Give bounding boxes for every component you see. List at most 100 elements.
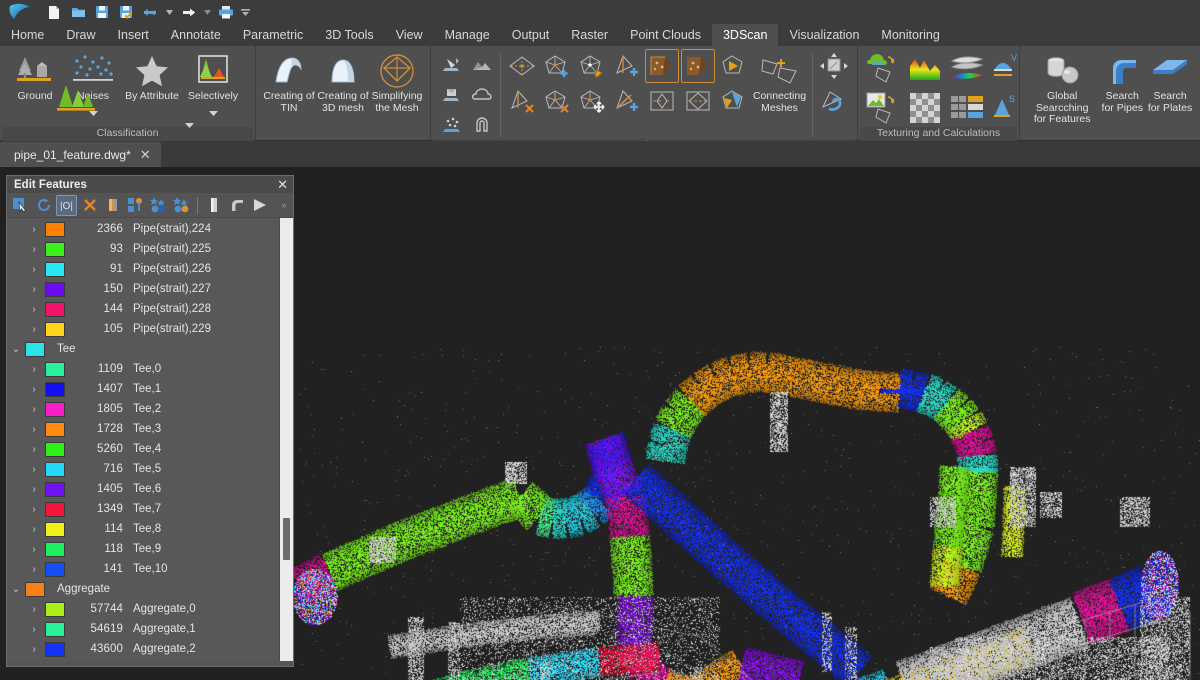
- mesh-delete-edge-icon[interactable]: [505, 84, 539, 118]
- mesh-triangulate-icon[interactable]: [681, 84, 715, 118]
- chevron-right-icon[interactable]: ›: [23, 464, 45, 475]
- pipe-elbow-icon[interactable]: [226, 195, 247, 216]
- split-features-icon[interactable]: [171, 195, 192, 216]
- color-swatch[interactable]: [45, 542, 65, 557]
- ribbon-button-search-for-plates[interactable]: Search for Plates: [1146, 49, 1194, 114]
- undo-dropdown-chevron-down-icon[interactable]: [163, 1, 175, 23]
- tree-item-row[interactable]: ›1728Tee,3: [7, 419, 279, 439]
- ribbon-tab-point-clouds[interactable]: Point Clouds: [619, 24, 712, 46]
- redo-dropdown-chevron-down-icon[interactable]: [201, 1, 213, 23]
- chevron-right-icon[interactable]: ›: [23, 284, 45, 295]
- tree-item-row[interactable]: ›43600Aggregate,2: [7, 639, 279, 659]
- chevron-right-icon[interactable]: ›: [23, 364, 45, 375]
- ribbon-tab-raster[interactable]: Raster: [560, 24, 619, 46]
- chevron-right-icon[interactable]: ›: [23, 484, 45, 495]
- tree-item-row[interactable]: ›141Tee,10: [7, 559, 279, 579]
- ribbon-button-connecting-meshes[interactable]: Connecting Meshes: [751, 49, 808, 114]
- chevron-right-icon[interactable]: ›: [23, 404, 45, 415]
- chevron-right-icon[interactable]: ›: [23, 604, 45, 615]
- chevron-right-icon[interactable]: ›: [23, 504, 45, 515]
- chevron-right-icon[interactable]: ›: [23, 564, 45, 575]
- mesh-shade-icon[interactable]: [717, 84, 751, 118]
- mesh-polyline-icon[interactable]: [817, 84, 851, 118]
- ribbon-tab-manage[interactable]: Manage: [434, 24, 501, 46]
- document-tab-pipe-01-feature[interactable]: pipe_01_feature.dwg* ✕: [0, 142, 161, 167]
- ribbon-button-creating-of-3d-mesh[interactable]: Creating of 3D mesh: [316, 49, 370, 114]
- mesh-transform-icon[interactable]: [817, 49, 851, 83]
- mesh-texture-icon[interactable]: [645, 49, 679, 83]
- add-node-icon[interactable]: [125, 195, 146, 216]
- chevron-right-icon[interactable]: ›: [23, 524, 45, 535]
- refresh-icon[interactable]: [33, 195, 54, 216]
- undo-button[interactable]: [139, 1, 161, 23]
- tree-item-row[interactable]: ›5260Tee,4: [7, 439, 279, 459]
- color-swatch[interactable]: [45, 622, 65, 637]
- mesh-delete-vertex-icon[interactable]: [540, 84, 574, 118]
- scrollbar-thumb[interactable]: [283, 518, 290, 560]
- tree-group-row[interactable]: ⌄Aggregate: [7, 579, 279, 599]
- ribbon-tab-annotate[interactable]: Annotate: [160, 24, 232, 46]
- tree-item-row[interactable]: ›1805Tee,2: [7, 399, 279, 419]
- color-swatch[interactable]: [45, 242, 65, 257]
- ribbon-tab-draw[interactable]: Draw: [55, 24, 106, 46]
- color-swatch[interactable]: [45, 642, 65, 657]
- ribbon-tab-home[interactable]: Home: [0, 24, 55, 46]
- tree-item-row[interactable]: ›1109Tee,0: [7, 359, 279, 379]
- color-swatch[interactable]: [45, 382, 65, 397]
- tree-item-row[interactable]: ›716Tee,5: [7, 459, 279, 479]
- color-swatch[interactable]: [45, 562, 65, 577]
- ribbon-button-simplifying-the-mesh[interactable]: Simplifying the Mesh: [370, 49, 424, 114]
- merge-features-icon[interactable]: [148, 195, 169, 216]
- ribbon-button-search-for-pipes[interactable]: Search for Pipes: [1098, 49, 1146, 114]
- select-arrow-icon[interactable]: [10, 195, 31, 216]
- ribbon-tab-insert[interactable]: Insert: [107, 24, 160, 46]
- tree-item-row[interactable]: ›1349Tee,7: [7, 499, 279, 519]
- chevron-right-icon[interactable]: ›: [23, 444, 45, 455]
- color-swatch[interactable]: [45, 262, 65, 277]
- volume-v-icon[interactable]: V: [990, 49, 1020, 87]
- color-swatch[interactable]: [45, 602, 65, 617]
- mesh-points-icon[interactable]: [437, 110, 466, 139]
- ribbon-tab-3dscan[interactable]: 3DScan: [712, 24, 778, 46]
- tree-item-row[interactable]: ›2366Pipe(strait),224: [7, 219, 279, 239]
- tree-vertical-scrollbar[interactable]: [279, 218, 293, 661]
- qat-customize-chevron-down-icon[interactable]: [239, 1, 251, 23]
- mesh-move-vertex-icon[interactable]: [575, 84, 609, 118]
- tree-item-row[interactable]: ›118Tee,9: [7, 539, 279, 559]
- ribbon-tab-monitoring[interactable]: Monitoring: [870, 24, 950, 46]
- mesh-fill-icon[interactable]: [681, 49, 715, 83]
- color-swatch[interactable]: [25, 342, 45, 357]
- chevron-right-icon[interactable]: ›: [23, 304, 45, 315]
- redo-button[interactable]: [177, 1, 199, 23]
- ribbon-button-creating-of-tin[interactable]: Creating of TIN: [262, 49, 316, 114]
- chevron-right-icon[interactable]: ›: [23, 224, 45, 235]
- tree-item-row[interactable]: ›114Tee,8: [7, 519, 279, 539]
- ribbon-tab-visualization[interactable]: Visualization: [778, 24, 870, 46]
- plot-button[interactable]: [215, 1, 237, 23]
- export-mesh-icon[interactable]: [437, 80, 466, 109]
- color-swatch[interactable]: [45, 322, 65, 337]
- close-icon[interactable]: ✕: [140, 148, 151, 161]
- new-file-button[interactable]: [43, 1, 65, 23]
- ribbon-button-by-attribute[interactable]: By Attribute: [122, 49, 182, 103]
- mesh-play-icon[interactable]: [717, 49, 751, 83]
- chevron-right-icon[interactable]: ›: [23, 384, 45, 395]
- color-swatch[interactable]: [45, 502, 65, 517]
- ribbon-button-selectively[interactable]: Selectively: [182, 49, 244, 121]
- save-button[interactable]: [91, 1, 113, 23]
- texture-from-image-icon[interactable]: [864, 89, 902, 127]
- mesh-edit-icon[interactable]: [575, 49, 609, 83]
- close-icon[interactable]: ✕: [277, 178, 288, 191]
- chevron-right-icon[interactable]: ›: [23, 244, 45, 255]
- color-swatch[interactable]: [45, 522, 65, 537]
- mesh-insert-icon[interactable]: [610, 84, 644, 118]
- chevron-right-icon[interactable]: ›: [23, 624, 45, 635]
- ribbon-tab-parametric[interactable]: Parametric: [232, 24, 314, 46]
- by-attribute-chevron-down-icon[interactable]: [185, 115, 194, 133]
- ribbon-tab-output[interactable]: Output: [501, 24, 561, 46]
- tree-item-row[interactable]: ›105Pipe(strait),229: [7, 319, 279, 339]
- tree-group-row[interactable]: ⌄Tee: [7, 339, 279, 359]
- import-mesh-icon[interactable]: [437, 50, 466, 79]
- mesh-add-edge-icon[interactable]: [610, 49, 644, 83]
- tree-item-row[interactable]: ›150Pipe(strait),227: [7, 279, 279, 299]
